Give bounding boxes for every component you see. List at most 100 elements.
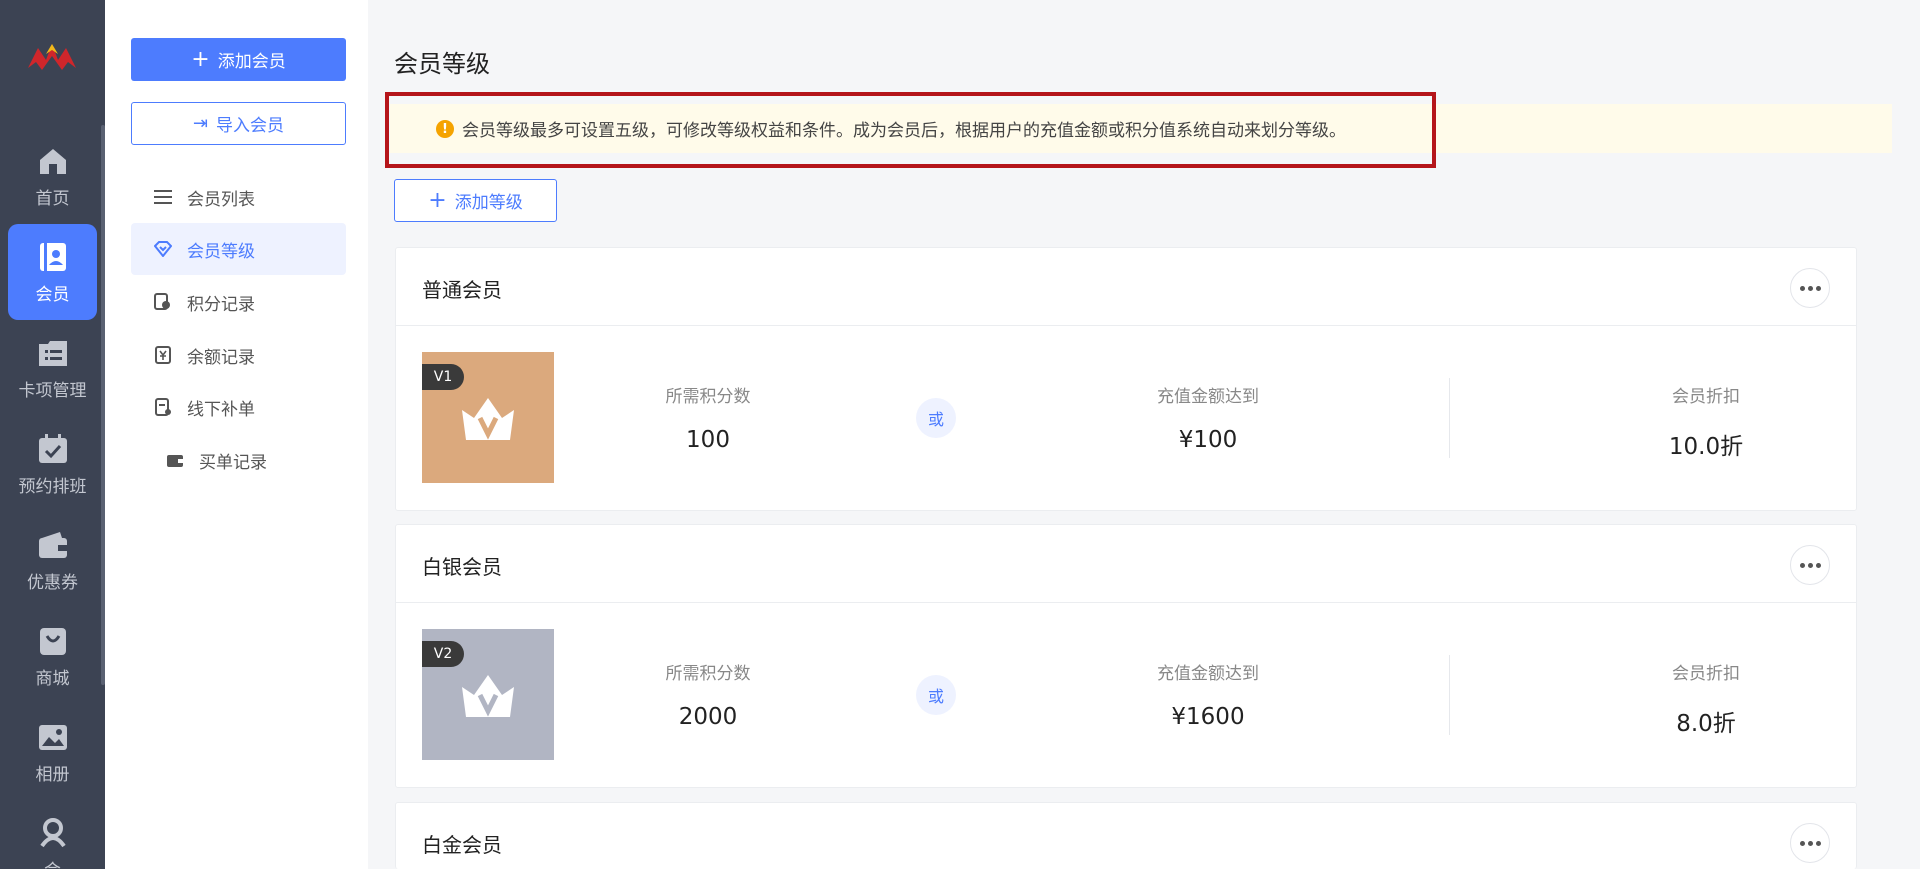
rail-item-album[interactable]: 相册 xyxy=(8,704,97,800)
stat-label: 会员折扣 xyxy=(1672,387,1740,407)
stat-label: 所需积分数 xyxy=(665,387,751,407)
home-icon xyxy=(36,144,70,178)
rail-item-mall[interactable]: 商城 xyxy=(8,608,97,704)
subnav-item-payment-records[interactable]: 买单记录 xyxy=(131,434,346,486)
level-badge-image: V1 xyxy=(422,352,554,483)
level-badge-image: V2 xyxy=(422,629,554,760)
level-card-body: V2 所需积分数 2000 或 充值金额达到 ¥1600 会员折扣 8.0折 xyxy=(396,603,1856,787)
rail-item-label: 预约排班 xyxy=(18,476,87,497)
level-tag: V1 xyxy=(422,364,464,390)
subnav-item-label: 会员等级 xyxy=(187,241,255,262)
warning-icon: ! xyxy=(436,120,454,138)
rail-item-more[interactable]: 会 xyxy=(8,800,97,869)
info-notice: ! 会员等级最多可设置五级，可修改等级权益和条件。成为会员后，根据用户的充值金额… xyxy=(390,104,1892,153)
discount-stat: 会员折扣 8.0折 xyxy=(1626,659,1786,738)
stat-label: 会员折扣 xyxy=(1672,664,1740,684)
member-card-icon xyxy=(36,240,70,274)
stat-value: 100 xyxy=(686,427,730,453)
notice-text: 会员等级最多可设置五级，可修改等级权益和条件。成为会员后，根据用户的充值金额或积… xyxy=(462,121,1346,141)
divider xyxy=(1449,378,1450,458)
rail-item-member[interactable]: 会员 xyxy=(8,224,97,320)
subnav-item-label: 余额记录 xyxy=(187,347,255,368)
stat-value: 8.0折 xyxy=(1676,711,1736,737)
subnav-item-label: 买单记录 xyxy=(199,452,267,473)
rail-item-booking[interactable]: 预约排班 xyxy=(8,416,97,512)
subnav-item-points-records[interactable]: 积分记录 xyxy=(131,276,346,328)
or-chip: 或 xyxy=(916,398,956,438)
diamond-icon xyxy=(153,239,173,259)
member-subnav: + 添加会员 ⇥ 导入会员 会员列表 会员等级 积分记录 余额记录 线下补单 买… xyxy=(105,0,368,869)
level-name: 普通会员 xyxy=(422,278,502,302)
level-card: 白金会员 xyxy=(395,802,1857,869)
plus-icon: + xyxy=(428,187,447,213)
page-title: 会员等级 xyxy=(394,50,490,78)
level-name: 白银会员 xyxy=(422,555,502,579)
stat-label: 充值金额达到 xyxy=(1157,664,1259,684)
crown-icon xyxy=(462,675,514,717)
recharge-stat: 充值金额达到 ¥1600 xyxy=(1098,659,1318,730)
level-card-header: 普通会员 xyxy=(396,248,1856,326)
discount-stat: 会员折扣 10.0折 xyxy=(1626,382,1786,461)
main-content: 会员等级 ! 会员等级最多可设置五级，可修改等级权益和条件。成为会员后，根据用户… xyxy=(368,0,1920,869)
add-level-label: 添加等级 xyxy=(454,193,523,213)
points-required-stat: 所需积分数 100 xyxy=(608,382,808,453)
receipt-icon xyxy=(153,397,173,417)
stat-label: 充值金额达到 xyxy=(1157,387,1259,407)
add-member-button[interactable]: + 添加会员 xyxy=(131,38,346,81)
level-tag: V2 xyxy=(422,641,464,667)
level-card: 普通会员 V1 所需积分数 100 或 充值金额达到 ¥100 会员折扣 10.… xyxy=(395,247,1857,511)
more-options-button[interactable] xyxy=(1790,823,1830,863)
subnav-item-label: 会员列表 xyxy=(187,189,255,210)
list-icon xyxy=(153,187,173,207)
rail-item-label: 会员 xyxy=(35,284,70,305)
brand-logo xyxy=(28,44,76,70)
stat-value: ¥1600 xyxy=(1171,704,1245,730)
stat-value: 10.0折 xyxy=(1668,434,1744,460)
stat-value: ¥100 xyxy=(1178,427,1238,453)
import-member-label: 导入会员 xyxy=(216,116,285,136)
points-required-stat: 所需积分数 2000 xyxy=(608,659,808,730)
photo-icon xyxy=(36,720,70,754)
divider xyxy=(1449,655,1450,735)
or-chip: 或 xyxy=(916,675,956,715)
wallet-icon xyxy=(36,528,70,562)
rail-item-label: 优惠券 xyxy=(27,572,78,593)
add-level-button[interactable]: + 添加等级 xyxy=(394,179,557,222)
add-member-label: 添加会员 xyxy=(217,52,286,72)
rail-item-label: 卡项管理 xyxy=(18,380,87,401)
rail-item-coupon[interactable]: 优惠券 xyxy=(8,512,97,608)
people-icon xyxy=(36,816,70,850)
subnav-item-balance-records[interactable]: 余额记录 xyxy=(131,329,346,381)
rail-item-card-management[interactable]: 卡项管理 xyxy=(8,320,97,416)
level-card-header: 白银会员 xyxy=(396,525,1856,603)
subnav-item-label: 线下补单 xyxy=(187,399,255,420)
subnav-item-member-level[interactable]: 会员等级 xyxy=(131,223,346,275)
rail-item-label: 商城 xyxy=(35,668,70,689)
subnav-item-offline-orders[interactable]: 线下补单 xyxy=(131,381,346,433)
rail-item-label: 相册 xyxy=(35,764,70,785)
subnav-item-member-list[interactable]: 会员列表 xyxy=(131,171,346,223)
more-options-button[interactable] xyxy=(1790,545,1830,585)
main-nav-rail: 首页 会员 卡项管理 预约排班 优惠券 商城 相册 xyxy=(0,0,105,869)
level-name: 白金会员 xyxy=(422,833,502,857)
import-icon: ⇥ xyxy=(192,113,209,134)
card-list-icon xyxy=(36,336,70,370)
crown-icon xyxy=(462,398,514,440)
shopping-bag-icon xyxy=(36,624,70,658)
level-card: 白银会员 V2 所需积分数 2000 或 充值金额达到 ¥1600 会员折扣 8… xyxy=(395,524,1857,788)
points-icon xyxy=(153,292,173,312)
rail-item-home[interactable]: 首页 xyxy=(8,128,97,224)
rail-item-label: 会 xyxy=(44,856,61,869)
calendar-icon xyxy=(36,432,70,466)
level-card-body: V1 所需积分数 100 或 充值金额达到 ¥100 会员折扣 10.0折 xyxy=(396,326,1856,510)
subnav-item-label: 积分记录 xyxy=(187,294,255,315)
stat-value: 2000 xyxy=(678,704,738,730)
level-card-header: 白金会员 xyxy=(396,803,1856,869)
recharge-stat: 充值金额达到 ¥100 xyxy=(1098,382,1318,453)
plus-icon: + xyxy=(191,46,210,72)
wallet-small-icon xyxy=(165,450,185,470)
stat-label: 所需积分数 xyxy=(665,664,751,684)
import-member-button[interactable]: ⇥ 导入会员 xyxy=(131,102,346,145)
more-options-button[interactable] xyxy=(1790,268,1830,308)
yen-icon xyxy=(153,345,173,365)
